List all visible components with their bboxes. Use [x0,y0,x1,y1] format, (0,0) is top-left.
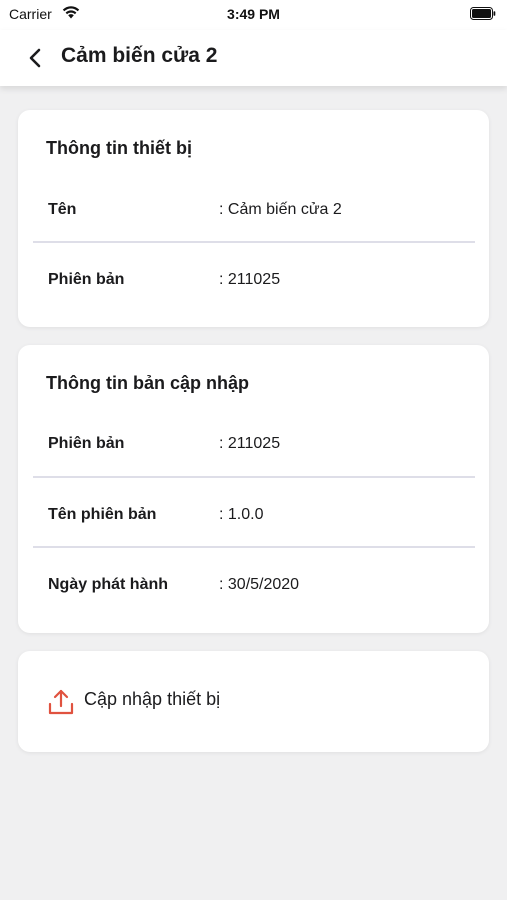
release-date-label: Ngày phát hành [48,576,169,593]
divider [33,476,475,478]
update-device-label: Cập nhập thiết bị [84,689,221,709]
update-version-value: : 211025 [219,435,281,452]
device-info-card: Thông tin thiết bị Tên : Cảm biến cửa 2 … [18,110,489,327]
device-name-value: : Cảm biến cửa 2 [219,201,342,218]
upload-icon [48,689,74,715]
status-time: 3:49 PM [227,6,280,22]
update-version-label: Phiên bản [48,435,125,452]
navigation-bar: Cảm biến cửa 2 [0,30,507,86]
update-info-title: Thông tin bản cập nhập [46,373,249,393]
update-info-card: Thông tin bản cập nhập Phiên bản : 21102… [18,345,489,633]
status-bar: Carrier 3:49 PM [0,0,507,30]
chevron-left-icon [29,48,41,68]
back-button[interactable] [22,44,50,72]
device-version-value: : 211025 [219,271,281,288]
update-device-button[interactable]: Cập nhập thiết bị [18,651,489,752]
battery-icon [470,7,496,20]
version-name-label: Tên phiên bản [48,506,157,523]
version-name-value: : 1.0.0 [219,506,264,523]
page-title: Cảm biến cửa 2 [61,44,218,67]
device-info-title: Thông tin thiết bị [46,138,192,158]
divider [33,241,475,243]
divider [33,546,475,548]
release-date-value: : 30/5/2020 [219,576,300,593]
device-name-label: Tên [48,201,77,218]
device-version-label: Phiên bản [48,271,125,288]
